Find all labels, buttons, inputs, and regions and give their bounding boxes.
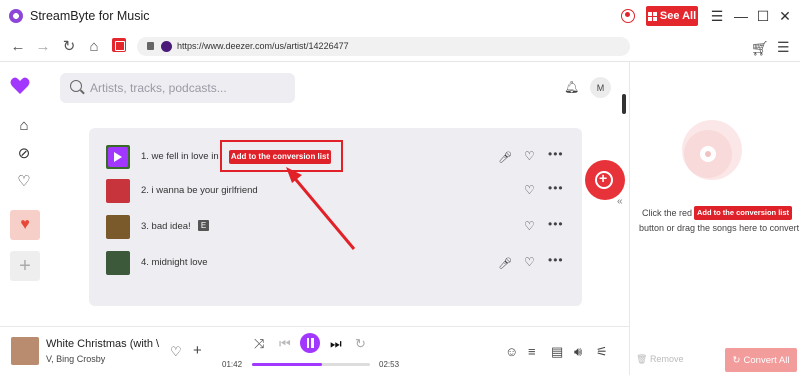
heart-icon: ♥: [20, 216, 30, 233]
more-icon[interactable]: •••: [548, 217, 564, 231]
convert-all-label: Convert All: [743, 354, 790, 366]
more-icon[interactable]: •••: [548, 253, 564, 267]
user-icon[interactable]: [621, 9, 635, 23]
minimize-icon[interactable]: —: [733, 8, 749, 24]
lock-icon: [147, 42, 154, 50]
queue-icon[interactable]: ≡: [528, 344, 536, 359]
add-icon[interactable]: +: [193, 342, 202, 359]
add-music-icon: [595, 170, 613, 189]
remove-label: Remove: [649, 354, 684, 364]
heart-icon[interactable]: ♡: [524, 183, 535, 197]
microphone-icon[interactable]: 🎤︎: [498, 151, 512, 164]
reload-icon[interactable]: ↻: [61, 39, 77, 55]
now-playing-cover: [11, 337, 39, 365]
shuffle-icon[interactable]: ⤨: [254, 336, 264, 352]
remove-button[interactable]: 🗑︎ Remove: [636, 354, 683, 365]
hint-prefix: Click the red: [642, 208, 693, 218]
app-title: StreamByte for Music: [30, 9, 150, 23]
home-icon[interactable]: ⌂: [86, 39, 102, 55]
explore-nav-icon[interactable]: ⊘: [16, 146, 32, 162]
pointer-arrow-icon: [286, 167, 356, 250]
mood-icon[interactable]: ☺: [505, 344, 518, 359]
scrollbar[interactable]: [622, 94, 626, 114]
microphone-icon[interactable]: 🎤︎: [498, 257, 512, 270]
progress-fill: [252, 363, 322, 366]
heart-icon[interactable]: ♡: [524, 219, 535, 233]
search-input[interactable]: Artists, tracks, podcasts...: [60, 73, 295, 103]
favorite-tracks-button[interactable]: ♥: [10, 210, 40, 240]
add-songs-fab[interactable]: [585, 160, 625, 200]
site-favicon: [161, 41, 172, 52]
forward-icon[interactable]: →: [35, 39, 51, 55]
app-logo-icon: [9, 9, 23, 23]
hint-suffix: button or drag the songs here to convert: [639, 223, 800, 233]
track-title: 2. i wanna be your girlfriend: [141, 185, 258, 196]
previous-icon[interactable]: ⏮︎: [279, 336, 291, 352]
volume-icon[interactable]: 🔊︎: [574, 344, 582, 360]
now-playing-title: White Christmas (with \: [46, 338, 160, 350]
close-icon[interactable]: ✕: [777, 8, 793, 24]
heart-icon[interactable]: ♡: [170, 344, 182, 360]
panel-add-button[interactable]: Add to the conversion list: [694, 206, 792, 220]
bell-icon[interactable]: 🔔︎: [564, 80, 579, 94]
search-placeholder: Artists, tracks, podcasts...: [90, 81, 227, 95]
track-cover: [106, 179, 130, 203]
avatar[interactable]: M: [590, 77, 611, 98]
favorites-nav-icon[interactable]: ♡: [16, 174, 32, 190]
cart-icon[interactable]: 🛒︎: [751, 40, 769, 57]
track-cover: [106, 215, 130, 239]
disc-illustration-icon: [682, 120, 742, 180]
equalizer-icon[interactable]: ⚟: [596, 344, 608, 360]
collapse-panel-icon[interactable]: «: [617, 196, 623, 207]
now-playing-artist: V, Bing Crosby: [46, 354, 106, 364]
url-text: https://www.deezer.com/us/artist/1422647…: [177, 41, 349, 51]
more-icon[interactable]: •••: [548, 147, 564, 161]
maximize-icon[interactable]: ☐: [755, 8, 771, 24]
heart-icon[interactable]: ♡: [524, 255, 535, 269]
next-icon[interactable]: ⏭︎: [330, 336, 342, 352]
menu-icon[interactable]: ☰: [709, 8, 725, 24]
see-all-button[interactable]: See All: [646, 6, 698, 26]
lyrics-icon[interactable]: ▤: [551, 344, 563, 360]
add-to-conversion-button[interactable]: Add to the conversion list: [229, 150, 331, 164]
see-all-label: See All: [659, 10, 697, 22]
add-playlist-button[interactable]: +: [10, 251, 40, 281]
search-icon: [70, 80, 82, 92]
deezer-logo-icon[interactable]: [10, 77, 30, 95]
track-cover: [106, 145, 130, 169]
address-bar[interactable]: https://www.deezer.com/us/artist/1422647…: [137, 37, 630, 56]
explicit-badge: E: [198, 220, 209, 231]
browser-menu-icon[interactable]: ☰: [777, 39, 790, 56]
track-cover: [106, 251, 130, 275]
track-title: 1. we fell in love in: [141, 151, 219, 162]
deezer-tab-icon[interactable]: [112, 38, 126, 52]
duration-time: 02:53: [379, 360, 400, 369]
repeat-icon[interactable]: ↻: [355, 336, 366, 352]
track-title: 4. midnight love: [141, 257, 208, 268]
grid-icon: [647, 11, 657, 21]
pause-icon[interactable]: [300, 333, 320, 353]
conversion-panel: Click the red Add to the conversion list…: [629, 62, 800, 375]
track-title: 3. bad idea!: [141, 221, 191, 232]
more-icon[interactable]: •••: [548, 181, 564, 195]
sidebar: ⌂ ⊘ ♡ ♥ +: [0, 62, 50, 326]
plus-icon: +: [19, 254, 31, 277]
title-bar: StreamByte for Music See All ☰ — ☐ ✕: [0, 0, 800, 32]
elapsed-time: 01:42: [222, 360, 243, 369]
heart-icon[interactable]: ♡: [524, 149, 535, 163]
progress-bar[interactable]: [252, 363, 370, 366]
back-icon[interactable]: ←: [10, 39, 26, 55]
convert-all-button[interactable]: ↻ Convert All: [725, 348, 797, 372]
player-bar: White Christmas (with \ V, Bing Crosby ♡…: [0, 326, 629, 375]
home-nav-icon[interactable]: ⌂: [16, 118, 32, 134]
